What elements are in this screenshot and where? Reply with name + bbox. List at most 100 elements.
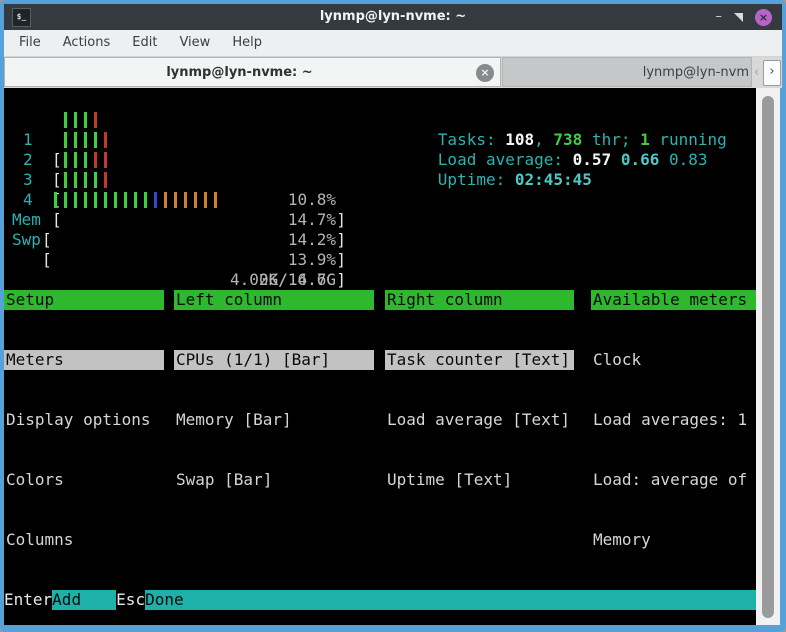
tasks-summary: Tasks: 108, 738 thr; 1 running <box>380 110 727 130</box>
meter-tick <box>64 112 67 128</box>
tab-inactive[interactable]: lynmp@lyn-nvm <box>502 57 752 87</box>
meter-tick <box>64 152 67 168</box>
meter-tick <box>124 192 127 208</box>
meter-tick <box>84 132 87 148</box>
left-col-item-memory[interactable]: Memory [Bar] <box>174 410 374 430</box>
setup-item-display-options[interactable]: Display options <box>4 410 164 430</box>
uptime-value: 02:45:45 <box>515 170 592 189</box>
scrollbar-thumb[interactable] <box>762 96 774 618</box>
terminal-window: $_ lynmp@lyn-nvme: ~ – × File Actions Ed… <box>0 0 786 632</box>
meter-bracket: ] <box>336 230 346 250</box>
meter-tick <box>204 192 207 208</box>
meter-tick <box>154 192 157 208</box>
window-title: lynmp@lyn-nvme: ~ <box>320 4 466 30</box>
meter-tick <box>144 192 147 208</box>
cpu2-meter: 2 [ 14.7% ] <box>4 130 348 150</box>
terminal-scrollbar[interactable] <box>756 88 780 625</box>
memory-meter: Mem [ 4.02G/14.7G ] <box>4 190 348 210</box>
menubar: File Actions Edit View Help <box>4 30 782 57</box>
menu-file[interactable]: File <box>8 30 52 56</box>
meter-tick <box>74 112 77 128</box>
meter-tick <box>94 152 97 168</box>
meter-tick <box>84 172 87 188</box>
meter-tick <box>104 132 107 148</box>
fn-action-done[interactable]: Done <box>145 590 756 610</box>
setup-panel: Setup Meters Display options Colors Colu… <box>4 250 164 590</box>
meter-tick <box>74 172 77 188</box>
load-15min: 0.83 <box>669 150 708 169</box>
load-summary: Load average: 0.57 0.66 0.83 <box>380 130 708 150</box>
tab-scroll-arrows: ‹ › <box>750 57 781 88</box>
cpu3-meter: 3 [ 14.2% ] <box>4 150 348 170</box>
left-col-item-swap[interactable]: Swap [Bar] <box>174 470 374 490</box>
cpu2-bar <box>64 132 107 148</box>
tab-close-icon[interactable]: × <box>476 64 494 82</box>
available-meter-load-average-of[interactable]: Load: average of <box>591 470 756 490</box>
menu-view[interactable]: View <box>168 30 221 56</box>
right-col-item-uptime[interactable]: Uptime [Text] <box>385 470 574 490</box>
swap-label: Swp <box>12 230 41 250</box>
close-button[interactable]: × <box>755 9 772 26</box>
meter-tick <box>74 132 77 148</box>
cpu1-meter: 1 [ 10.8% ] <box>4 110 348 130</box>
cpu3-bar <box>64 152 107 168</box>
maximize-button[interactable] <box>734 13 743 22</box>
tab-scroll-left-icon[interactable]: ‹ <box>750 65 763 80</box>
setup-item-meters[interactable]: Meters <box>4 350 164 370</box>
window-controls: – × <box>716 4 773 30</box>
available-meter-memory[interactable]: Memory <box>591 530 756 550</box>
meter-tick <box>54 192 57 208</box>
meter-tick <box>64 132 67 148</box>
menu-help[interactable]: Help <box>221 30 273 56</box>
right-col-item-load-average[interactable]: Load average [Text] <box>385 410 574 430</box>
meter-tick <box>164 192 167 208</box>
right-col-item-task-counter[interactable]: Task counter [Text] <box>385 350 574 370</box>
meter-tick <box>104 152 107 168</box>
swap-meter: Swp [ 0K/16.6G ] <box>4 210 348 230</box>
tab-scroll-right-icon[interactable]: › <box>763 60 781 86</box>
load-5min: 0.66 <box>621 150 669 169</box>
meter-tick <box>104 172 107 188</box>
tab-active[interactable]: lynmp@lyn-nvme: ~ × <box>4 57 501 87</box>
menu-edit[interactable]: Edit <box>121 30 168 56</box>
meter-tick <box>184 192 187 208</box>
tab-inactive-label: lynmp@lyn-nvm <box>503 58 749 88</box>
fn-action-add[interactable]: Add <box>52 590 116 610</box>
meter-tick <box>104 192 107 208</box>
available-meter-load-averages[interactable]: Load averages: 1 <box>591 410 756 430</box>
menu-actions[interactable]: Actions <box>52 30 122 56</box>
meter-tick <box>84 112 87 128</box>
meter-tick <box>114 192 117 208</box>
panel-header-setup: Setup <box>4 290 164 310</box>
panel-header-available-meters: Available meters <box>591 290 756 310</box>
minimize-button[interactable]: – <box>716 4 723 30</box>
tab-active-label: lynmp@lyn-nvme: ~ <box>5 58 474 88</box>
memory-bar <box>54 192 217 208</box>
left-col-item-cpus[interactable]: CPUs (1/1) [Bar] <box>174 350 374 370</box>
fn-key-esc[interactable]: Esc <box>116 590 145 610</box>
right-column-panel: Right column Task counter [Text] Load av… <box>385 250 574 530</box>
left-column-panel: Left column CPUs (1/1) [Bar] Memory [Bar… <box>174 250 374 530</box>
terminal-screen: 1 [ 10.8% ] 2 [ 14.7% ] 3 [ 14.2% ] 4 [ … <box>4 88 756 625</box>
available-meters-panel: Available meters Clock Load averages: 1 … <box>591 250 756 632</box>
titlebar[interactable]: $_ lynmp@lyn-nvme: ~ – × <box>4 4 782 30</box>
meter-tick <box>64 192 67 208</box>
meter-tick <box>94 172 97 188</box>
uptime-label: Uptime: <box>438 170 515 189</box>
meter-tick <box>134 192 137 208</box>
meter-tick <box>94 132 97 148</box>
panel-header-right-column: Right column <box>385 290 574 310</box>
cpu4-meter: 4 [ 13.9% ] <box>4 170 348 190</box>
meter-tick <box>84 192 87 208</box>
setup-item-colors[interactable]: Colors <box>4 470 164 490</box>
panel-header-left-column: Left column <box>174 290 374 310</box>
available-meter-clock[interactable]: Clock <box>591 350 756 370</box>
meter-tick <box>74 152 77 168</box>
cpu1-bar <box>64 112 97 128</box>
terminal-app-icon: $_ <box>12 8 31 27</box>
setup-item-columns[interactable]: Columns <box>4 530 164 550</box>
meter-tick <box>74 192 77 208</box>
function-bar: Enter Add Esc Done <box>4 590 756 610</box>
uptime-summary: Uptime: 02:45:45 <box>380 150 592 170</box>
fn-key-enter[interactable]: Enter <box>4 590 52 610</box>
